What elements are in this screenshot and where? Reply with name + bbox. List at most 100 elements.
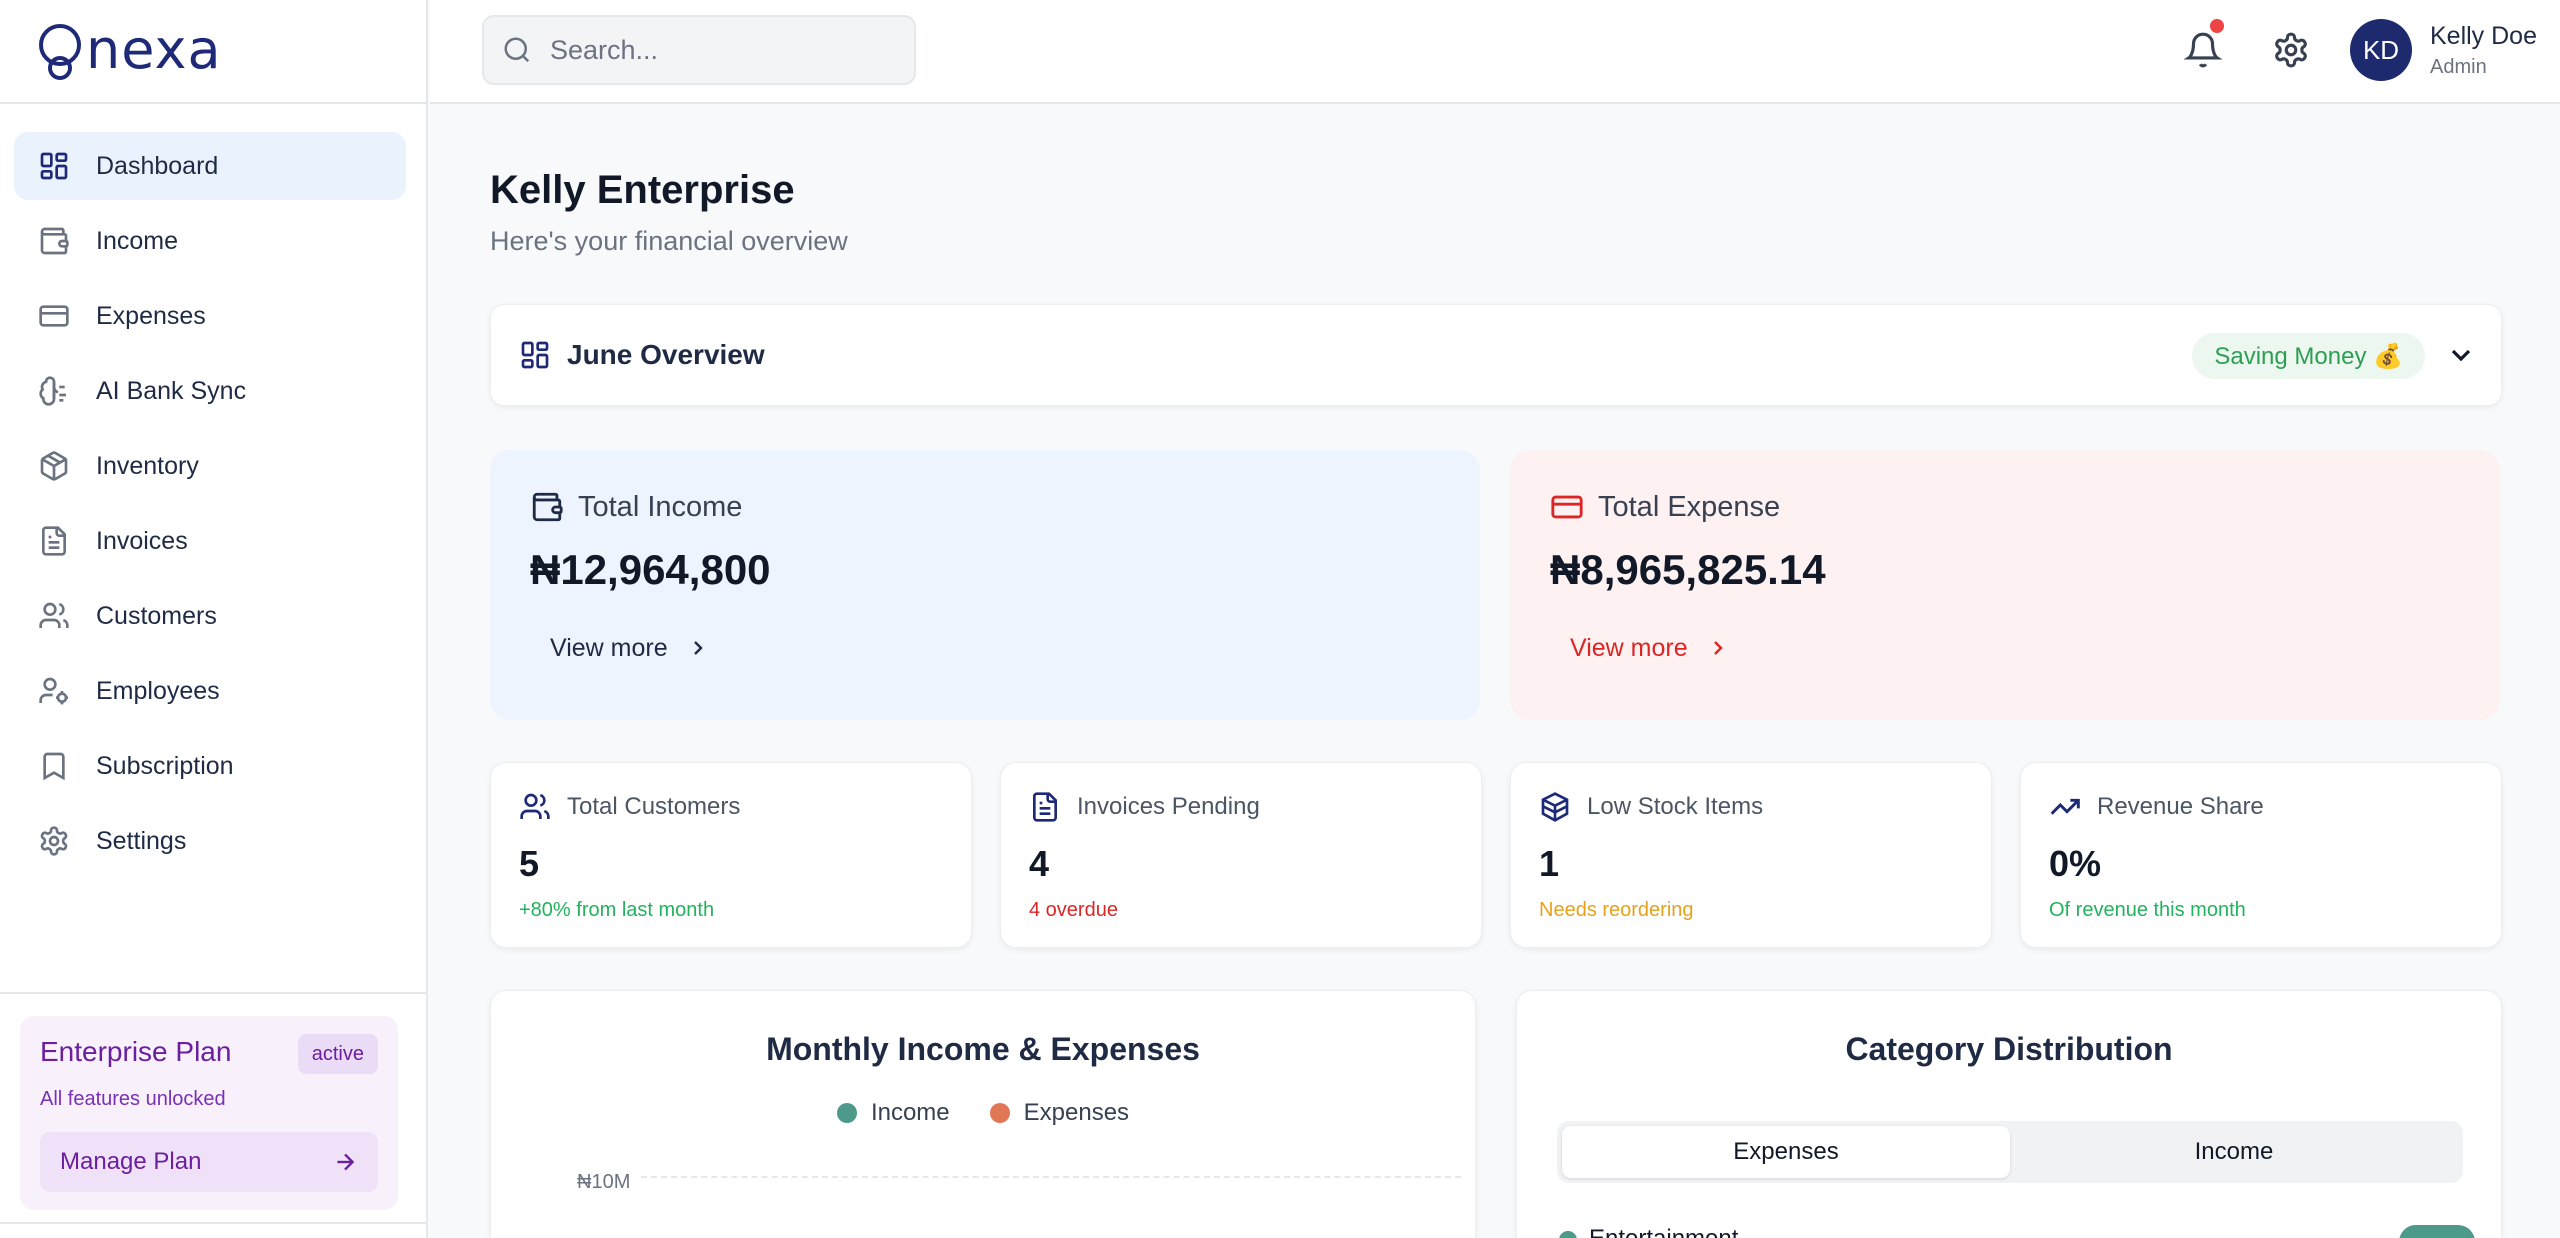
stat-card-invoices-pending[interactable]: Invoices Pending 4 4 overdue <box>1000 762 1482 948</box>
sidebar-nav: Dashboard Income Expenses AI Bank Sync I… <box>14 132 406 882</box>
sidebar-divider <box>0 1222 428 1224</box>
legend-dot <box>989 1103 1010 1123</box>
sidebar-item-dashboard[interactable]: Dashboard <box>14 132 406 200</box>
stat-card-low-stock[interactable]: Low Stock Items 1 Needs reordering <box>1510 762 1992 948</box>
chevron-down-icon[interactable] <box>2445 339 2477 371</box>
boxes-icon <box>1539 791 1571 823</box>
gear-icon <box>38 825 70 857</box>
bell-icon <box>2184 31 2222 69</box>
search-box[interactable] <box>482 15 916 85</box>
sidebar-item-label: AI Bank Sync <box>96 376 247 405</box>
month-overview-bar[interactable]: June Overview Saving Money 💰 <box>490 304 2502 406</box>
tab-expenses[interactable]: Expenses <box>1562 1126 2010 1178</box>
document-icon <box>38 525 70 557</box>
stat-label: Total Customers <box>567 793 741 820</box>
plan-status-badge: active <box>297 1034 378 1074</box>
avatar[interactable]: KD <box>2350 19 2412 81</box>
category-label: Entertainment <box>1589 1225 1738 1238</box>
sidebar: nexa Dashboard Income Expenses AI Bank S… <box>0 0 428 1238</box>
sidebar-item-ai-bank-sync[interactable]: AI Bank Sync <box>14 357 406 425</box>
sidebar-item-label: Expenses <box>96 301 206 330</box>
wallet-icon <box>38 225 70 257</box>
stat-label: Low Stock Items <box>1587 793 1764 820</box>
category-row: Entertainment <box>1555 1219 2475 1238</box>
search-icon <box>502 35 532 65</box>
top-header: KD Kelly Doe Admin <box>430 0 2560 104</box>
manage-plan-label: Manage Plan <box>60 1148 202 1175</box>
sidebar-item-invoices[interactable]: Invoices <box>14 507 406 575</box>
plan-subtitle: All features unlocked <box>40 1088 226 1110</box>
legend-item-expenses[interactable]: Expenses <box>989 1099 1130 1127</box>
dashboard-icon <box>519 339 551 371</box>
sidebar-item-settings[interactable]: Settings <box>14 807 406 875</box>
category-dot <box>1559 1231 1577 1238</box>
document-icon <box>1029 791 1061 823</box>
total-income-value: ₦12,964,800 <box>530 546 771 593</box>
brain-icon <box>38 375 70 407</box>
wallet-icon <box>530 490 564 524</box>
chevron-right-icon <box>1688 636 1730 660</box>
stat-value: 4 <box>1029 843 1050 884</box>
sidebar-item-label: Customers <box>96 601 217 630</box>
total-expense-card: Total Expense ₦8,965,825.14 View more <box>1510 450 2500 720</box>
y-tick-label: ₦10M <box>577 1171 631 1193</box>
search-input[interactable] <box>550 34 890 66</box>
stat-card-revenue-share[interactable]: Revenue Share 0% Of revenue this month <box>2020 762 2502 948</box>
legend-dot <box>836 1103 857 1123</box>
bookmark-icon <box>38 750 70 782</box>
view-more-label: View more <box>1570 633 1688 662</box>
sidebar-item-income[interactable]: Income <box>14 207 406 275</box>
sidebar-item-label: Dashboard <box>96 151 219 180</box>
settings-button[interactable] <box>2272 31 2310 69</box>
category-distribution-panel: Category Distribution Expenses Income En… <box>1516 990 2502 1238</box>
sidebar-item-label: Inventory <box>96 451 199 480</box>
total-expense-value: ₦8,965,825.14 <box>1550 546 1826 593</box>
chart-title: Monthly Income & Expenses <box>766 1031 1200 1067</box>
total-income-card: Total Income ₦12,964,800 View more <box>490 450 1480 720</box>
sidebar-divider <box>0 102 428 104</box>
notification-dot <box>2210 19 2224 33</box>
legend-item-income[interactable]: Income <box>836 1099 950 1127</box>
legend-label: Expenses <box>1023 1099 1130 1126</box>
gear-icon <box>2272 31 2310 69</box>
sidebar-item-label: Subscription <box>96 751 234 780</box>
stat-label: Invoices Pending <box>1077 793 1260 820</box>
view-more-label: View more <box>550 633 668 662</box>
stat-note: Of revenue this month <box>2049 899 2246 921</box>
view-more-income-button[interactable]: View more <box>530 622 730 674</box>
total-income-label: Total Income <box>578 490 743 523</box>
logo[interactable]: nexa <box>36 18 222 82</box>
user-role: Admin <box>2430 56 2487 78</box>
tab-income[interactable]: Income <box>2010 1126 2458 1178</box>
notifications-button[interactable] <box>2184 19 2224 69</box>
sidebar-item-expenses[interactable]: Expenses <box>14 282 406 350</box>
category-percent-badge <box>2399 1225 2475 1238</box>
avatar-initials: KD <box>2362 34 2400 65</box>
credit-card-icon <box>38 300 70 332</box>
stat-note: Needs reordering <box>1539 899 1694 921</box>
sidebar-item-label: Employees <box>96 676 220 705</box>
stat-value: 1 <box>1539 843 1560 884</box>
category-title: Category Distribution <box>1845 1031 2173 1067</box>
credit-card-icon <box>1550 490 1584 524</box>
sidebar-item-customers[interactable]: Customers <box>14 582 406 650</box>
page-subtitle: Here's your financial overview <box>490 226 848 256</box>
stat-card-total-customers[interactable]: Total Customers 5 +80% from last month <box>490 762 972 948</box>
overview-title: June Overview <box>567 339 765 370</box>
stat-note: +80% from last month <box>519 899 715 921</box>
logo-mark-icon <box>39 24 81 80</box>
total-expense-label: Total Expense <box>1598 490 1781 523</box>
manage-plan-button[interactable]: Manage Plan <box>40 1132 378 1192</box>
view-more-expense-button[interactable]: View more <box>1550 622 1750 674</box>
chart-legend: Income Expenses <box>491 1099 1475 1127</box>
stat-note: 4 overdue <box>1029 899 1118 921</box>
users-icon <box>519 791 551 823</box>
logo-text: nexa <box>86 18 222 81</box>
sidebar-item-subscription[interactable]: Subscription <box>14 732 406 800</box>
page-title: Kelly Enterprise <box>490 168 795 212</box>
user-name[interactable]: Kelly Doe <box>2430 22 2537 51</box>
arrow-right-icon <box>332 1149 358 1175</box>
sidebar-item-inventory[interactable]: Inventory <box>14 432 406 500</box>
sidebar-item-employees[interactable]: Employees <box>14 657 406 725</box>
box-icon <box>38 450 70 482</box>
